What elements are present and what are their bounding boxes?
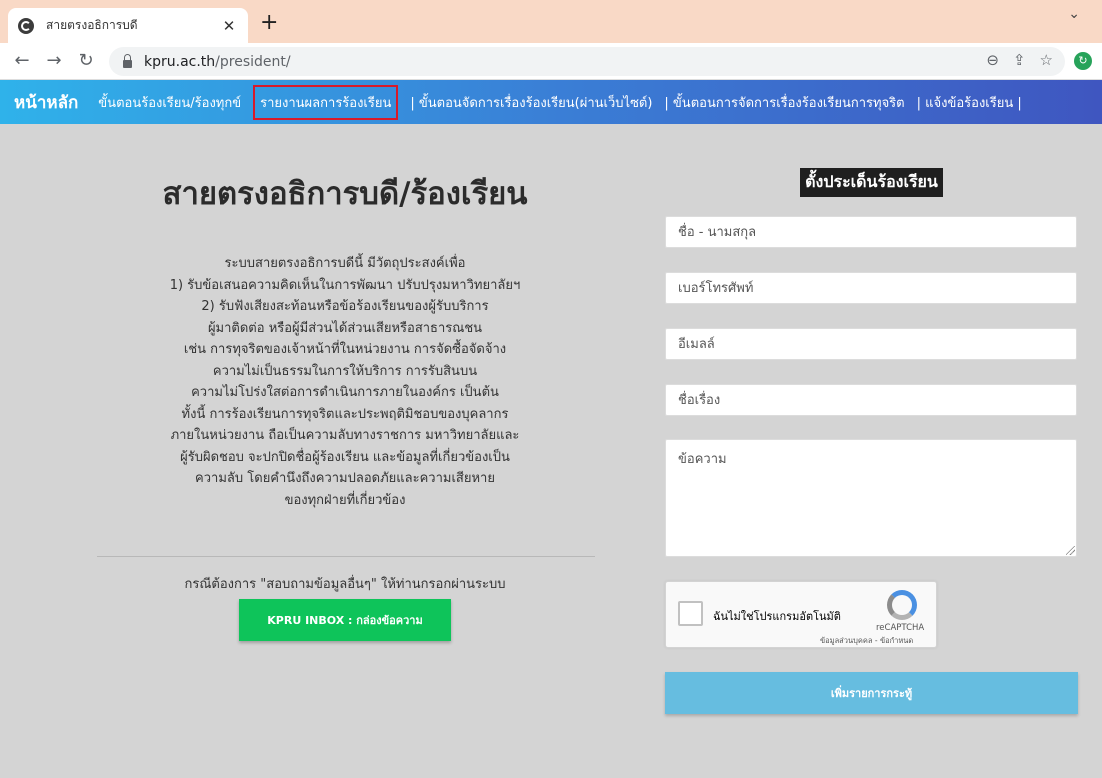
extension-icon[interactable]: ↻	[1074, 52, 1092, 70]
resize-grip-icon[interactable]	[1066, 546, 1075, 555]
recaptcha-checkbox[interactable]	[678, 601, 703, 626]
nav-file-complaint[interactable]: | แจ้งข้อร้องเรียน |	[917, 92, 1022, 113]
recaptcha-links[interactable]: ข้อมูลส่วนบุคคล - ข้อกำหนด	[820, 635, 913, 647]
nav-home[interactable]: หน้าหลัก	[14, 89, 78, 116]
address-bar[interactable]: kpru.ac.th/president/ ⊖ ⇪ ☆	[109, 47, 1065, 76]
divider	[97, 556, 595, 557]
phone-input[interactable]	[665, 272, 1077, 304]
email-input[interactable]	[665, 328, 1077, 360]
recaptcha-label: ฉันไม่ใช่โปรแกรมอัตโนมัติ	[713, 610, 841, 623]
recaptcha-brand: reCAPTCHA	[876, 623, 925, 633]
reload-icon[interactable]: ↻	[74, 50, 98, 72]
form-title-wrap: ตั้งประเด็นร้องเรียน	[665, 168, 1078, 197]
nav-complaint-steps[interactable]: ขั้นตอนร้องเรียน/ร้องทุกข์	[98, 92, 241, 113]
nav-web-complaint-process[interactable]: | ขั้นตอนจัดการเรื่องร้องเรียน(ผ่านเว็บไ…	[410, 92, 652, 113]
browser-tab[interactable]: สายตรงอธิการบดี ✕	[8, 8, 248, 43]
nav-complaint-report[interactable]: รายงานผลการร้องเรียน	[253, 84, 399, 120]
zoom-icon[interactable]: ⊖	[986, 51, 999, 69]
page-title: สายตรงอธิการบดี/ร้องเรียน	[162, 176, 528, 212]
recaptcha-widget: ฉันไม่ใช่โปรแกรมอัตโนมัติ reCAPTCHA ข้อม…	[665, 581, 937, 648]
description-text: ระบบสายตรงอธิการบดีนี้ มีวัตถุประสงค์เพื…	[169, 256, 521, 508]
subject-input[interactable]	[665, 384, 1077, 416]
message-textarea[interactable]	[665, 439, 1077, 557]
nav-corruption-complaint-process[interactable]: | ขั้นตอนการจัดการเรื่องร้องเรียนการทุจร…	[664, 92, 904, 113]
form-title: ตั้งประเด็นร้องเรียน	[800, 168, 943, 197]
url-text: kpru.ac.th/president/	[144, 53, 291, 70]
tab-title: สายตรงอธิการบดี	[46, 18, 138, 32]
star-icon[interactable]: ☆	[1040, 51, 1053, 69]
forward-arrow-icon[interactable]: →	[42, 50, 66, 72]
inquiry-text: กรณีต้องการ "สอบถามข้อมูลอื่นๆ" ให้ท่านก…	[184, 577, 506, 592]
browser-toolbar: ← → ↻ kpru.ac.th/president/ ⊖ ⇪ ☆ ↻	[0, 43, 1102, 80]
submit-button[interactable]: เพิ่มรายการกระทู้	[665, 672, 1078, 714]
recaptcha-logo-icon	[887, 590, 917, 620]
name-input[interactable]	[665, 216, 1077, 248]
site-nav: หน้าหลัก ขั้นตอนร้องเรียน/ร้องทุกข์ รายง…	[0, 80, 1102, 124]
share-icon[interactable]: ⇪	[1013, 51, 1026, 69]
lock-icon	[123, 53, 132, 68]
browser-tabstrip: สายตรงอธิการบดี ✕ + ⌄	[0, 0, 1102, 43]
back-arrow-icon[interactable]: ←	[10, 50, 34, 72]
new-tab-button[interactable]: +	[260, 12, 278, 34]
kpru-inbox-button[interactable]: KPRU INBOX : กล่องข้อความ	[239, 599, 451, 641]
close-tab-icon[interactable]: ✕	[220, 17, 238, 35]
chevron-down-icon[interactable]: ⌄	[1068, 6, 1080, 22]
globe-icon	[18, 17, 34, 34]
